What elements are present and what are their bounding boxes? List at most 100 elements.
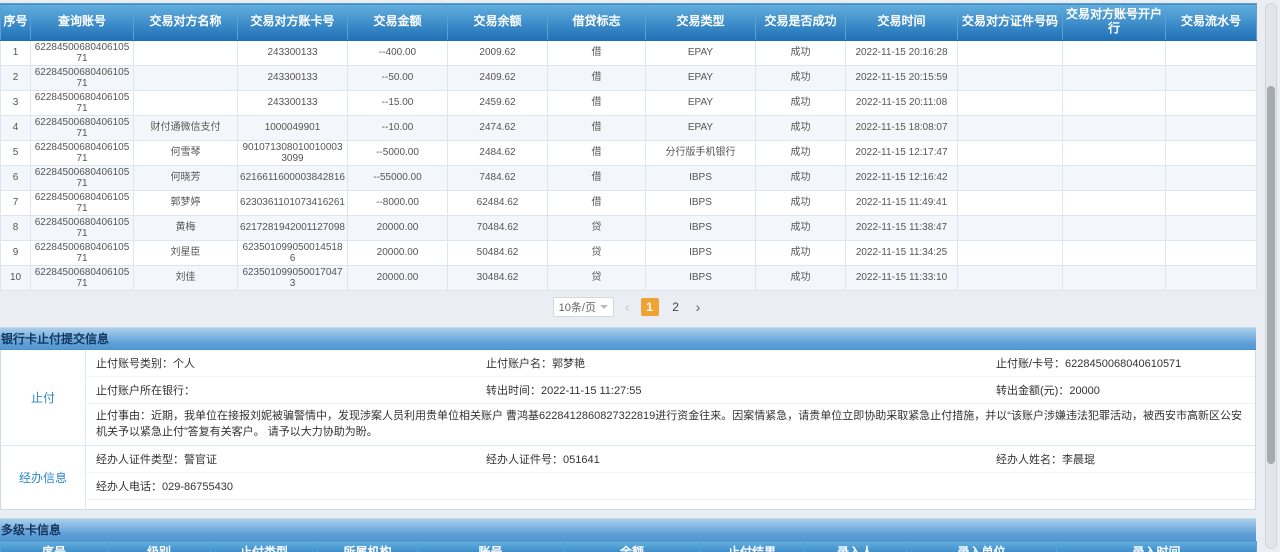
handler-info-row: 经办人证件类型：警官证 经办人证件号：051641 经办人姓名：李晨琨 <box>86 446 1255 473</box>
table-cell: --5000.00 <box>348 140 448 165</box>
table-cell <box>958 140 1063 165</box>
table-cell: 20000.00 <box>348 215 448 240</box>
handler-info-section: 经办信息 经办人证件类型：警官证 经办人证件号：051641 经办人姓名：李晨琨… <box>1 446 1255 509</box>
table-cell: 成功 <box>756 215 846 240</box>
table-row: 106228450068040610571刘佳62350109905001704… <box>1 265 1257 290</box>
table-row: 86228450068040610571黄梅621728194200112709… <box>1 215 1257 240</box>
table-cell <box>134 90 238 115</box>
column-header: 止付类型 <box>211 541 318 552</box>
table-row: 76228450068040610571郭梦婷62303611010734162… <box>1 190 1257 215</box>
table-cell <box>1063 215 1166 240</box>
table-cell <box>1166 115 1257 140</box>
page-button-1[interactable]: 1 <box>641 298 659 316</box>
table-cell: 2022-11-15 18:08:07 <box>846 115 958 140</box>
table-cell <box>1166 165 1257 190</box>
table-cell <box>1166 190 1257 215</box>
table-cell: 243300133 <box>238 90 348 115</box>
chevron-right-icon[interactable]: › <box>693 298 704 316</box>
table-cell: 2022-11-15 11:38:47 <box>846 215 958 240</box>
stop-reason-text: 止付事由：近期，我单位在接报刘妮被骗警情中，发现涉案人员利用贵单位相关账户 曹鸿… <box>86 404 1255 445</box>
page-size-select[interactable]: 10条/页 <box>553 297 614 317</box>
table-cell: 2009.62 <box>448 40 548 65</box>
pagination: 10条/页 ‹ 1 2 › <box>0 296 1256 318</box>
table-cell: 何晓芳 <box>134 165 238 190</box>
table-cell: 成功 <box>756 40 846 65</box>
handler-name-field: 经办人姓名：李晨琨 <box>996 451 1245 467</box>
table-cell: 成功 <box>756 140 846 165</box>
table-cell: 借 <box>548 115 646 140</box>
table-cell: 10 <box>1 265 31 290</box>
page-size-value: 10条/页 <box>559 299 596 315</box>
scrollbar-thumb[interactable] <box>1267 86 1275 464</box>
table-cell: 6228450068040610571 <box>31 165 134 190</box>
table-cell: 6228450068040610571 <box>31 215 134 240</box>
table-cell: 6228450068040610571 <box>31 65 134 90</box>
column-header: 交易时间 <box>846 4 958 41</box>
table-cell: 2474.62 <box>448 115 548 140</box>
table-cell: IBPS <box>646 190 756 215</box>
stop-account-name-field: 止付账户名：郭梦艳 <box>486 355 996 371</box>
table-cell: 成功 <box>756 265 846 290</box>
column-header: 录入单位 <box>907 541 1057 552</box>
table-cell: 郭梦婷 <box>134 190 238 215</box>
table-cell: --10.00 <box>348 115 448 140</box>
table-cell: 62484.62 <box>448 190 548 215</box>
table-cell: 黄梅 <box>134 215 238 240</box>
table-cell: 20000.00 <box>348 240 448 265</box>
table-cell: 6217281942001127098 <box>238 215 348 240</box>
multi-card-panel-title: 多级卡信息 <box>0 518 1256 541</box>
table-cell: 2409.62 <box>448 65 548 90</box>
handler-info-row: 经办人电话：029-86755430 <box>86 473 1255 500</box>
table-cell <box>958 115 1063 140</box>
column-header: 交易是否成功 <box>756 4 846 41</box>
scrollbar-track[interactable] <box>1265 3 1277 549</box>
table-cell <box>958 215 1063 240</box>
table-cell: --55000.00 <box>348 165 448 190</box>
table-cell: EPAY <box>646 40 756 65</box>
table-cell <box>958 165 1063 190</box>
stop-account-bank-field: 止付账户所在银行： <box>96 382 486 398</box>
table-cell: 成功 <box>756 190 846 215</box>
table-row: 16228450068040610571243300133--400.00200… <box>1 40 1257 65</box>
column-header: 交易类型 <box>646 4 756 41</box>
table-cell: 6235010990500170473 <box>238 265 348 290</box>
column-header: 账号 <box>418 541 564 552</box>
table-cell: 2022-11-15 20:16:28 <box>846 40 958 65</box>
table-cell: 4 <box>1 115 31 140</box>
table-cell: 借 <box>548 190 646 215</box>
table-cell: 借 <box>548 40 646 65</box>
table-cell: 成功 <box>756 240 846 265</box>
table-cell: 70484.62 <box>448 215 548 240</box>
table-cell: --15.00 <box>348 90 448 115</box>
table-cell <box>958 240 1063 265</box>
table-cell: 6228450068040610571 <box>31 190 134 215</box>
table-cell <box>1063 190 1166 215</box>
column-header: 所属机构 <box>318 541 418 552</box>
table-cell: --50.00 <box>348 65 448 90</box>
table-cell <box>1063 240 1166 265</box>
handler-id-number-field: 经办人证件号：051641 <box>486 451 996 467</box>
table-cell: 6230361101073416261 <box>238 190 348 215</box>
table-cell: 7484.62 <box>448 165 548 190</box>
table-cell: 1 <box>1 40 31 65</box>
table-cell: EPAY <box>646 65 756 90</box>
table-cell: 刘佳 <box>134 265 238 290</box>
table-cell: 2459.62 <box>448 90 548 115</box>
column-header: 序号 <box>1 4 31 41</box>
table-cell: 成功 <box>756 115 846 140</box>
table-cell: 借 <box>548 165 646 190</box>
table-cell: 分行版手机银行 <box>646 140 756 165</box>
stop-payment-section: 止付 止付账号类别：个人 止付账户名：郭梦艳 止付账/卡号：6228450068… <box>1 350 1255 446</box>
table-cell: 8 <box>1 215 31 240</box>
table-cell: 刘星臣 <box>134 240 238 265</box>
table-cell <box>1166 215 1257 240</box>
chevron-left-icon[interactable]: ‹ <box>622 298 633 316</box>
transactions-table: 序号查询账号交易对方名称交易对方账卡号交易金额交易余额借贷标志交易类型交易是否成… <box>0 3 1257 291</box>
table-cell: 1000049901 <box>238 115 348 140</box>
table-cell <box>1166 40 1257 65</box>
stop-payment-row: 止付账户所在银行： 转出时间：2022-11-15 11:27:55 转出金额(… <box>86 377 1255 404</box>
page-button-2[interactable]: 2 <box>667 298 685 316</box>
table-cell: 贷 <box>548 265 646 290</box>
table-cell: 贷 <box>548 240 646 265</box>
table-cell <box>1063 265 1166 290</box>
